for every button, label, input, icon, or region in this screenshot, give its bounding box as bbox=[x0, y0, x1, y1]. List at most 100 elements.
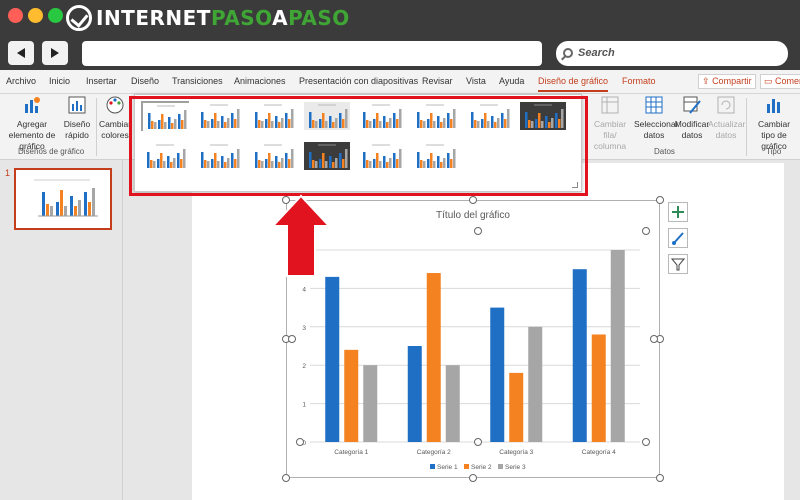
tab-presentacion[interactable]: Presentación con diapositivas bbox=[299, 76, 418, 86]
chart-style-option-5[interactable] bbox=[357, 101, 405, 131]
chart-elements-button[interactable] bbox=[668, 202, 688, 222]
gallery-resize-handle[interactable] bbox=[572, 182, 578, 188]
maximize-window-button[interactable] bbox=[48, 8, 63, 23]
select-data-button[interactable]: Seleccionar datos bbox=[634, 96, 678, 141]
tab-archivo[interactable]: Archivo bbox=[6, 76, 36, 86]
chart-title[interactable]: Título del gráfico bbox=[436, 210, 510, 221]
slide-thumbnail[interactable] bbox=[14, 168, 112, 230]
comment-icon: ▭ bbox=[764, 76, 773, 86]
change-chart-type-button[interactable]: Cambiar tipo de gráfico bbox=[750, 96, 798, 152]
tab-revisar[interactable]: Revisar bbox=[422, 76, 453, 86]
change-chart-type-icon bbox=[767, 99, 780, 113]
chart-filters-button[interactable] bbox=[668, 254, 688, 274]
slide-number: 1 bbox=[5, 168, 11, 178]
url-field[interactable] bbox=[82, 41, 542, 66]
bar-3-2 bbox=[445, 365, 460, 442]
comments-button[interactable]: ▭ Coment bbox=[760, 74, 800, 89]
chart-style-preview bbox=[358, 102, 404, 130]
resize-handle-top-right[interactable] bbox=[656, 196, 664, 204]
resize-handle-top[interactable] bbox=[469, 196, 477, 204]
x-tick-label: Categoría 4 bbox=[582, 449, 616, 456]
minimize-window-button[interactable] bbox=[28, 8, 43, 23]
select-data-icon bbox=[645, 96, 663, 114]
tab-diseno[interactable]: Diseño bbox=[131, 76, 159, 86]
search-field[interactable]: Search bbox=[556, 41, 788, 66]
chart-style-preview bbox=[358, 142, 404, 170]
brush-icon bbox=[672, 232, 684, 245]
add-chart-element-button[interactable]: Agregar elemento de gráfico bbox=[2, 96, 62, 152]
chart-style-option-3[interactable] bbox=[249, 101, 297, 131]
switch-row-column-button[interactable]: Cambiar fila/ columna bbox=[588, 96, 632, 152]
chart[interactable]: Título del gráfico 012345Categoría 1Cate… bbox=[286, 200, 660, 478]
group-label-layouts: Diseños de gráfico bbox=[18, 147, 85, 156]
tab-ayuda[interactable]: Ayuda bbox=[499, 76, 524, 86]
close-window-button[interactable] bbox=[8, 8, 23, 23]
chart-style-option-10[interactable] bbox=[195, 141, 243, 171]
arrow-left-icon bbox=[17, 48, 25, 58]
chart-style-option-1[interactable] bbox=[141, 101, 189, 131]
refresh-data-icon bbox=[717, 96, 735, 114]
plot-handle-right[interactable] bbox=[650, 335, 658, 343]
chart-style-option-8[interactable] bbox=[519, 101, 567, 131]
x-tick-label: Categoría 1 bbox=[334, 449, 368, 456]
change-colors-button[interactable]: Cambiar colores bbox=[98, 96, 132, 141]
tab-transiciones[interactable]: Transiciones bbox=[172, 76, 223, 86]
chart-style-option-9[interactable] bbox=[141, 141, 189, 171]
chart-style-preview bbox=[196, 142, 242, 170]
chart-style-option-4[interactable] bbox=[303, 101, 351, 131]
share-icon: ⇪ bbox=[702, 76, 710, 86]
bar-1-3 bbox=[490, 307, 505, 442]
tab-inicio[interactable]: Inicio bbox=[49, 76, 70, 86]
bar-2-4 bbox=[591, 334, 606, 442]
resize-handle-bottom-right[interactable] bbox=[656, 474, 664, 482]
resize-handle-bottom[interactable] bbox=[469, 474, 477, 482]
plot-handle-top[interactable] bbox=[474, 227, 482, 235]
red-arrow-icon bbox=[271, 194, 331, 277]
tab-insertar[interactable]: Insertar bbox=[86, 76, 117, 86]
y-tick-label: 1 bbox=[302, 402, 306, 409]
plot-handle-bottom-right[interactable] bbox=[642, 438, 650, 446]
legend-label: Serie 1 bbox=[437, 464, 458, 471]
chart-style-preview bbox=[250, 142, 296, 170]
chart-style-preview bbox=[520, 102, 566, 130]
bar-2-1 bbox=[344, 349, 359, 442]
legend-label: Serie 2 bbox=[471, 464, 492, 471]
edit-data-button[interactable]: Modificar datos bbox=[674, 96, 710, 141]
chart-style-option-12[interactable] bbox=[303, 141, 351, 171]
ribbon-tabs: Archivo Inicio Insertar Diseño Transicio… bbox=[0, 70, 800, 94]
refresh-data-button[interactable]: Actualizar datos bbox=[708, 96, 745, 141]
legend-swatch bbox=[498, 464, 503, 469]
plot-handle-left[interactable] bbox=[288, 335, 296, 343]
chart-style-preview bbox=[466, 102, 512, 130]
plot-handle-top-right[interactable] bbox=[642, 227, 650, 235]
chart-style-option-14[interactable] bbox=[411, 141, 459, 171]
quick-layout-button[interactable]: Diseño rápido bbox=[62, 96, 92, 141]
plot-handle-bottom[interactable] bbox=[474, 438, 482, 446]
site-logo: INTERNETPASOAPASO bbox=[66, 4, 350, 32]
chart-style-option-2[interactable] bbox=[195, 101, 243, 131]
plot-handle-bottom-left[interactable] bbox=[296, 438, 304, 446]
search-icon bbox=[563, 48, 573, 58]
y-tick-label: 4 bbox=[302, 286, 306, 293]
bar-3-1 bbox=[363, 365, 378, 442]
tab-vista[interactable]: Vista bbox=[466, 76, 486, 86]
tab-animaciones[interactable]: Animaciones bbox=[234, 76, 286, 86]
share-button[interactable]: ⇪ Compartir bbox=[698, 74, 756, 89]
checkmark-icon bbox=[66, 5, 92, 31]
resize-handle-bottom-left[interactable] bbox=[282, 474, 290, 482]
forward-button[interactable] bbox=[42, 41, 68, 65]
chart-style-option-11[interactable] bbox=[249, 141, 297, 171]
tab-formato[interactable]: Formato bbox=[622, 76, 656, 86]
chart-style-option-13[interactable] bbox=[357, 141, 405, 171]
chart-style-preview bbox=[304, 102, 350, 130]
chart-style-option-6[interactable] bbox=[411, 101, 459, 131]
chart-style-option-7[interactable] bbox=[465, 101, 513, 131]
quick-layout-icon bbox=[68, 96, 86, 114]
x-tick-label: Categoría 2 bbox=[417, 449, 451, 456]
tab-diseno-grafico[interactable]: Diseño de gráfico bbox=[538, 76, 609, 92]
back-button[interactable] bbox=[8, 41, 34, 65]
chart-style-preview bbox=[196, 102, 242, 130]
chart-styles-button[interactable] bbox=[668, 228, 688, 248]
arrow-right-icon bbox=[51, 48, 59, 58]
chart-style-preview bbox=[304, 142, 350, 170]
